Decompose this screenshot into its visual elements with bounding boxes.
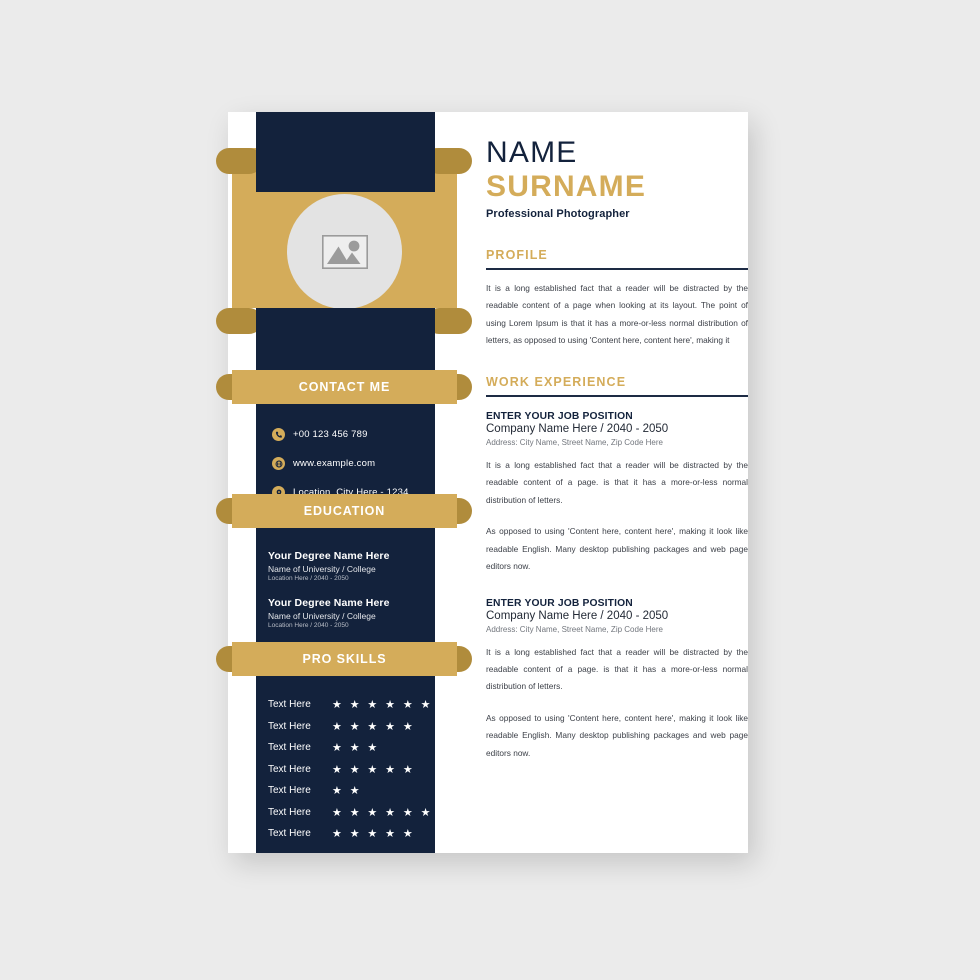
- skill-rating-stars: ★ ★ ★ ★ ★: [332, 828, 416, 840]
- skill-rating-stars: ★ ★ ★ ★ ★: [332, 763, 416, 776]
- job-position: ENTER YOUR JOB POSITION: [486, 597, 633, 609]
- skill-row: Text Here ★ ★ ★ ★ ★: [268, 763, 438, 776]
- education-school: Name of University / College: [268, 611, 376, 621]
- skill-row: Text Here ★ ★ ★ ★ ★ ★ ★: [268, 698, 448, 711]
- resume-sidebar: CONTACT ME +00 123 456 789 www.example.c…: [216, 112, 472, 853]
- skill-label: Text Here: [268, 763, 311, 775]
- job-position: ENTER YOUR JOB POSITION: [486, 410, 633, 422]
- contact-item-website[interactable]: www.example.com: [272, 457, 432, 470]
- education-panel: Your Degree Name Here Name of University…: [256, 528, 435, 642]
- skill-rating-stars: ★ ★ ★: [332, 742, 380, 754]
- education-item: Your Degree Name Here Name of University…: [268, 597, 433, 629]
- skill-label: Text Here: [268, 720, 311, 732]
- skills-ribbon: PRO SKILLS: [216, 642, 472, 676]
- education-heading-band: EDUCATION: [232, 494, 457, 528]
- globe-icon: [272, 457, 285, 470]
- contact-item-phone[interactable]: +00 123 456 789: [272, 428, 432, 441]
- education-degree: Your Degree Name Here: [268, 550, 390, 562]
- job-address: Address: City Name, Street Name, Zip Cod…: [486, 624, 663, 634]
- skill-row: Text Here ★ ★: [268, 784, 438, 797]
- contact-heading-band: CONTACT ME: [232, 370, 457, 404]
- skill-label: Text Here: [268, 828, 311, 839]
- education-location: Location Here / 2040 - 2050: [268, 622, 349, 629]
- education-school: Name of University / College: [268, 564, 376, 574]
- job-paragraph: It is a long established fact that a rea…: [486, 646, 748, 692]
- skill-label: Text Here: [268, 742, 311, 753]
- skills-heading: PRO SKILLS: [302, 652, 387, 666]
- work-experience-item: ENTER YOUR JOB POSITION Company Name Her…: [486, 411, 748, 576]
- skill-rating-stars: ★ ★ ★ ★ ★ ★: [332, 806, 433, 819]
- phone-icon: [272, 428, 285, 441]
- sidebar-navy-block-2-overlay: [256, 308, 435, 370]
- profile-section-heading: PROFILE: [486, 248, 548, 263]
- contact-ribbon: CONTACT ME: [216, 370, 472, 404]
- skill-row: Text Here ★ ★ ★ ★ ★ ★: [268, 806, 438, 819]
- section-divider: [486, 268, 748, 270]
- contact-website-text: www.example.com: [293, 458, 376, 469]
- education-ribbon: EDUCATION: [216, 494, 472, 528]
- skill-rating-stars: ★ ★ ★ ★ ★: [332, 720, 416, 733]
- section-divider: [486, 395, 748, 397]
- sidebar-top-navy-overlay: [256, 112, 435, 192]
- job-title: Professional Photographer: [486, 208, 630, 221]
- skills-heading-band: PRO SKILLS: [232, 642, 457, 676]
- last-name: SURNAME: [486, 169, 647, 203]
- job-company: Company Name Here / 2040 - 2050: [486, 422, 669, 435]
- avatar: [287, 194, 402, 309]
- job-paragraph: It is a long established fact that a rea…: [486, 459, 748, 505]
- skill-label: Text Here: [268, 806, 311, 818]
- education-item: Your Degree Name Here Name of University…: [268, 550, 433, 582]
- skill-row: Text Here ★ ★ ★ ★ ★: [268, 720, 438, 733]
- job-paragraph: As opposed to using 'Content here, conte…: [486, 712, 748, 758]
- work-experience-section-heading: WORK EXPERIENCE: [486, 375, 627, 390]
- first-name: NAME: [486, 136, 578, 169]
- job-paragraph: As opposed to using 'Content here, conte…: [486, 526, 748, 572]
- skill-label: Text Here: [268, 785, 311, 796]
- skills-list: Text Here ★ ★ ★ ★ ★ ★ ★ Text Here ★ ★ ★ …: [268, 698, 448, 849]
- resume-page: CONTACT ME +00 123 456 789 www.example.c…: [216, 112, 748, 853]
- resume-main-content: NAME SURNAME Professional Photographer P…: [486, 112, 748, 853]
- work-experience-item: ENTER YOUR JOB POSITION Company Name Her…: [486, 598, 748, 763]
- skill-row: Text Here ★ ★ ★: [268, 741, 438, 754]
- contact-phone-text: +00 123 456 789: [293, 429, 368, 440]
- contact-heading: CONTACT ME: [298, 380, 391, 394]
- contact-panel: +00 123 456 789 www.example.com Location…: [256, 404, 435, 499]
- skill-rating-stars: ★ ★ ★ ★ ★ ★ ★: [332, 699, 451, 711]
- education-degree: Your Degree Name Here: [268, 597, 390, 609]
- job-address: Address: City Name, Street Name, Zip Cod…: [486, 437, 663, 447]
- skill-row: Text Here ★ ★ ★ ★ ★: [268, 827, 438, 840]
- skill-rating-stars: ★ ★: [332, 785, 362, 797]
- job-company: Company Name Here / 2040 - 2050: [486, 609, 669, 622]
- education-heading: EDUCATION: [303, 504, 386, 518]
- skills-panel: Text Here ★ ★ ★ ★ ★ ★ ★ Text Here ★ ★ ★ …: [256, 676, 448, 853]
- education-location: Location Here / 2040 - 2050: [268, 575, 349, 582]
- image-placeholder-icon: [321, 234, 368, 269]
- education-list: Your Degree Name Here Name of University…: [268, 550, 433, 644]
- profile-text: It is a long established fact that a rea…: [486, 282, 748, 345]
- skill-label: Text Here: [268, 699, 311, 710]
